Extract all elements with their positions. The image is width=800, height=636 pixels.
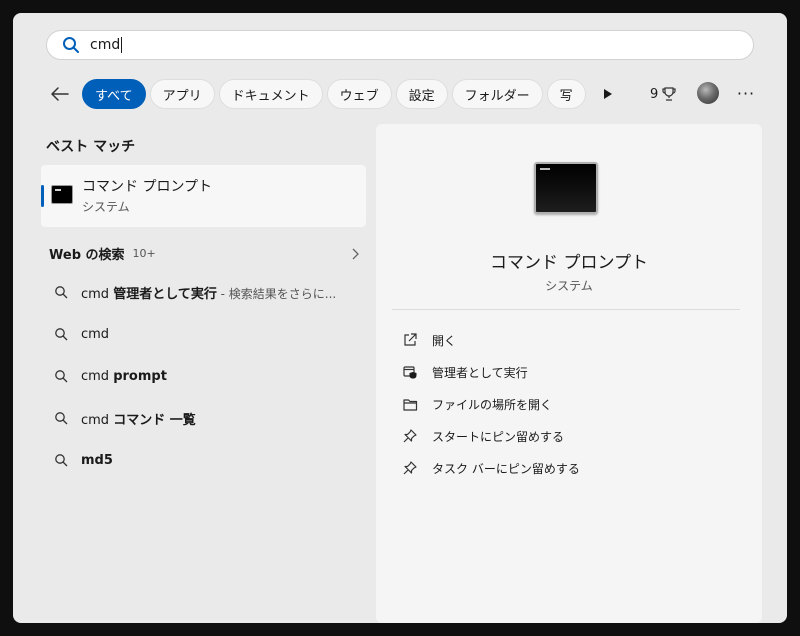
- more-filters-button[interactable]: [600, 85, 616, 103]
- web-result-item[interactable]: cmd コマンド 一覧: [53, 403, 363, 433]
- action-run-as-admin[interactable]: 管理者として実行: [402, 360, 528, 384]
- chip-photos[interactable]: 写: [546, 79, 586, 109]
- search-icon: [61, 35, 81, 55]
- best-match-item[interactable]: コマンド プロンプト システム: [41, 165, 366, 227]
- search-icon: [53, 326, 69, 342]
- result-bold: md5: [81, 452, 113, 468]
- action-label: 管理者として実行: [432, 365, 528, 380]
- search-icon: [53, 410, 69, 426]
- action-open[interactable]: 開く: [402, 328, 456, 352]
- trophy-icon: [662, 87, 676, 101]
- result-plain: cmd: [81, 326, 110, 342]
- command-prompt-icon: [51, 185, 73, 204]
- web-result-item[interactable]: md5: [53, 445, 363, 475]
- result-bold: prompt: [113, 368, 167, 384]
- filter-bar: すべて アプリ ドキュメント ウェブ 設定 フォルダー写 9 ···: [47, 77, 787, 111]
- chip-settings[interactable]: 設定: [395, 79, 448, 109]
- result-suffix: - 検索結果をさらに...: [216, 286, 337, 301]
- web-result-item[interactable]: cmd prompt: [53, 361, 363, 391]
- web-search-count: 10+: [132, 246, 156, 260]
- pin-icon: [402, 460, 418, 476]
- rewards-points[interactable]: 9: [650, 84, 676, 104]
- command-prompt-icon: [534, 162, 598, 214]
- action-pin-to-start[interactable]: スタートにピン留めする: [402, 424, 564, 448]
- play-icon: [604, 89, 612, 99]
- action-label: ファイルの場所を開く: [432, 397, 553, 412]
- result-bold: 管理者として実行: [113, 286, 217, 302]
- best-match-title: コマンド プロンプト: [82, 179, 213, 195]
- search-icon: [53, 284, 69, 300]
- selection-indicator: [41, 185, 44, 207]
- chip-web[interactable]: ウェブ: [326, 79, 392, 109]
- search-icon: [53, 452, 69, 468]
- back-button[interactable]: [47, 81, 73, 107]
- action-open-file-location[interactable]: ファイルの場所を開く: [402, 392, 552, 416]
- result-plain: cmd: [81, 368, 114, 384]
- filter-chips: すべて アプリ ドキュメント ウェブ 設定 フォルダー写: [82, 79, 614, 109]
- web-result-text: md5: [81, 453, 113, 468]
- best-match-subtitle: システム: [82, 200, 130, 214]
- web-search-title: Web の検索: [49, 247, 125, 263]
- result-plain: cmd: [81, 412, 114, 428]
- chip-folders[interactable]: フォルダー: [451, 79, 543, 109]
- divider: [392, 309, 740, 310]
- chip-all[interactable]: すべて: [82, 79, 146, 109]
- web-result-text: cmd prompt: [81, 369, 167, 384]
- web-result-item[interactable]: cmd: [53, 319, 363, 349]
- result-bold: コマンド 一覧: [113, 412, 196, 428]
- web-result-item[interactable]: cmd 管理者として実行 - 検索結果をさらに...: [53, 277, 363, 307]
- search-query: cmd: [90, 37, 121, 53]
- detail-subtitle: システム: [545, 279, 593, 293]
- pin-icon: [402, 428, 418, 444]
- action-label: タスク バーにピン留めする: [432, 461, 580, 476]
- search-icon: [53, 368, 69, 384]
- web-result-text: cmd コマンド 一覧: [81, 409, 196, 428]
- action-pin-to-taskbar[interactable]: タスク バーにピン留めする: [402, 456, 580, 480]
- chip-apps[interactable]: アプリ: [149, 79, 215, 109]
- back-arrow-icon: [51, 87, 69, 101]
- chip-documents[interactable]: ドキュメント: [218, 79, 323, 109]
- points-value: 9: [650, 86, 659, 102]
- web-result-text: cmd 管理者として実行 - 検索結果をさらに...: [81, 283, 336, 302]
- open-external-icon: [402, 332, 418, 348]
- detail-pane: コマンド プロンプト システム 開く 管理者として実行 ファイルの場所を開く ス…: [376, 124, 762, 623]
- action-label: 開く: [432, 333, 457, 348]
- run-as-admin-icon: [402, 364, 418, 380]
- action-label: スタートにピン留めする: [432, 429, 565, 444]
- search-input[interactable]: cmd: [90, 37, 123, 53]
- web-result-text: cmd: [81, 327, 109, 342]
- search-box[interactable]: cmd: [46, 30, 754, 60]
- chevron-right-icon: [351, 245, 359, 264]
- detail-title: コマンド プロンプト: [490, 253, 648, 273]
- avatar[interactable]: [697, 82, 719, 104]
- more-options-button[interactable]: ···: [735, 81, 757, 105]
- web-search-header[interactable]: Web の検索 10+: [49, 243, 359, 263]
- folder-icon: [402, 396, 418, 412]
- search-window: cmd すべて アプリ ドキュメント ウェブ 設定 フォルダー写 9 ··· ベスト マッ…: [13, 13, 787, 623]
- best-match-heading: ベスト マッチ: [46, 139, 136, 155]
- text-caret: [121, 37, 123, 53]
- result-plain: cmd: [81, 286, 114, 302]
